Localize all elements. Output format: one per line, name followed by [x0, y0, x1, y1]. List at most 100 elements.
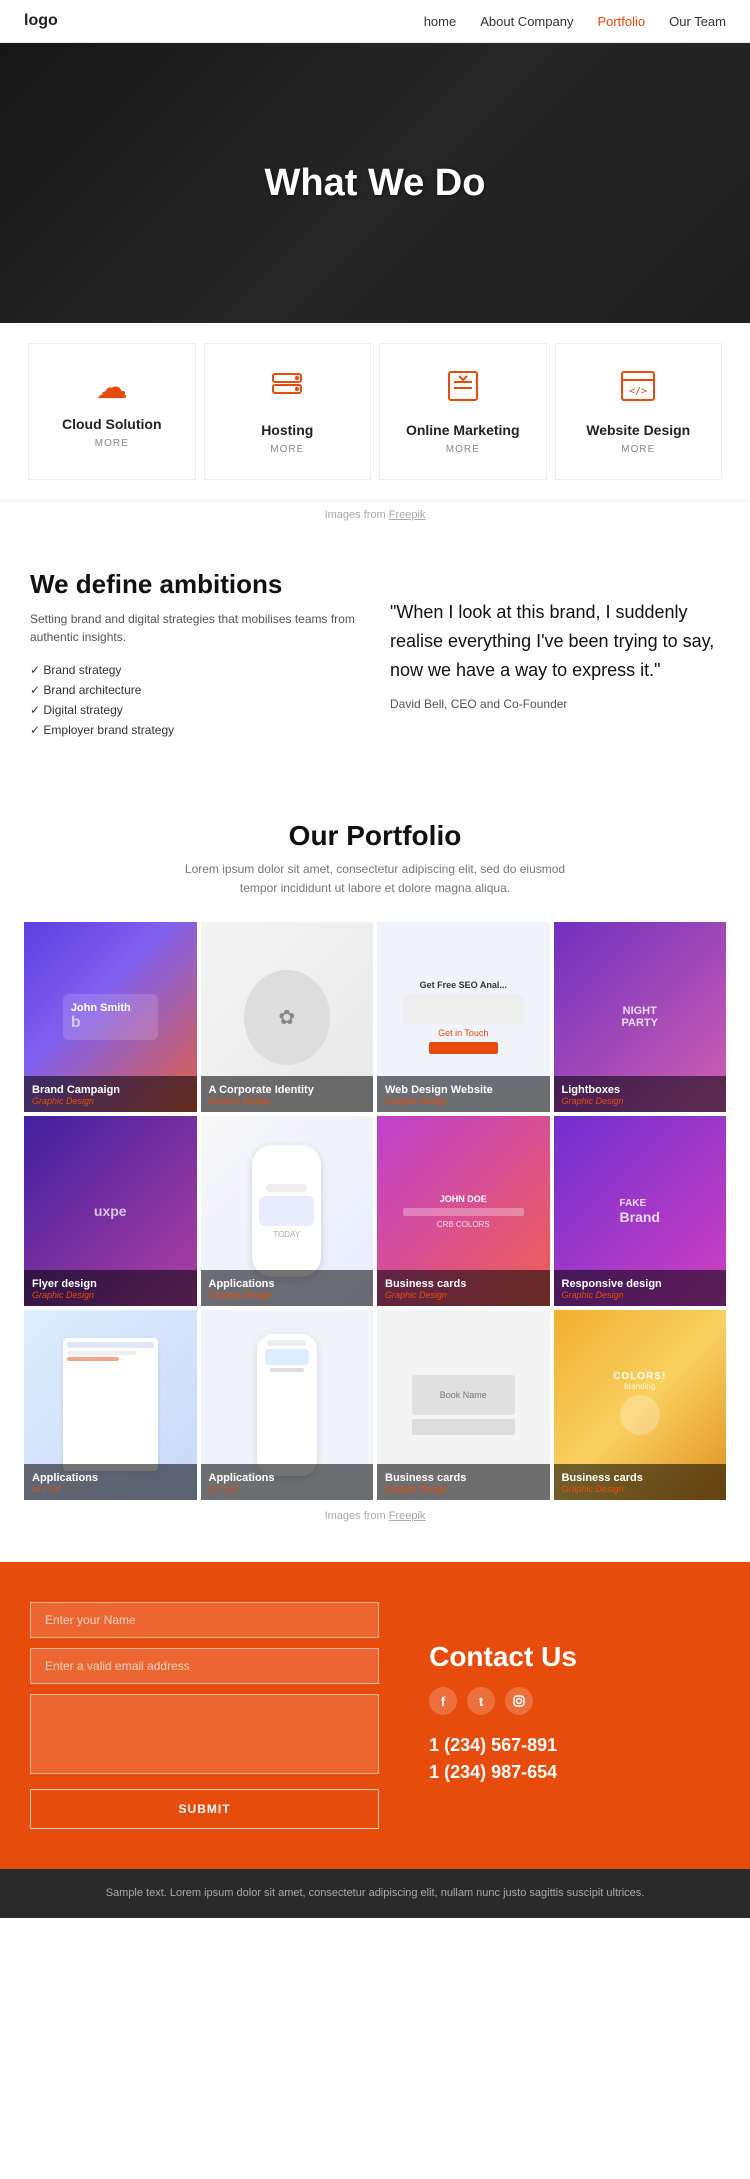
twitter-icon[interactable]: t	[467, 1687, 495, 1715]
svg-text:</>: </>	[629, 386, 647, 397]
quote-author: David Bell, CEO and Co-Founder	[390, 697, 720, 711]
portfolio-item-4-cat: Graphic Design	[562, 1096, 719, 1106]
portfolio-item-10[interactable]: Applications UI / UX	[201, 1310, 374, 1500]
nav-home[interactable]: home	[424, 14, 457, 29]
portfolio-item-12-overlay: Business cards Graphic Design	[554, 1464, 727, 1500]
service-card-marketing: Online Marketing MORE	[379, 343, 547, 480]
portfolio-title: Our Portfolio	[24, 820, 726, 852]
portfolio-item-4[interactable]: NIGHTPARTY Lightboxes Graphic Design	[554, 922, 727, 1112]
portfolio-item-8[interactable]: FAKEBrand Responsive design Graphic Desi…	[554, 1116, 727, 1306]
service-web-title: Website Design	[572, 422, 706, 438]
service-web-more[interactable]: MORE	[572, 444, 706, 455]
services-section: ☁ Cloud Solution MORE Hosting MORE	[0, 323, 750, 501]
service-hosting-more[interactable]: MORE	[221, 444, 355, 455]
nav-team[interactable]: Our Team	[669, 14, 726, 29]
nav-portfolio[interactable]: Portfolio	[597, 14, 645, 29]
freepik-link-2[interactable]: Freepik	[389, 1510, 426, 1522]
portfolio-item-11-title: Business cards	[385, 1472, 542, 1484]
portfolio-item-6-overlay: Applications Graphic Design	[201, 1270, 374, 1306]
nav-about[interactable]: About Company	[480, 14, 573, 29]
portfolio-item-4-overlay: Lightboxes Graphic Design	[554, 1076, 727, 1112]
hero-section: What We Do	[0, 43, 750, 323]
portfolio-item-1-cat: Graphic Design	[32, 1096, 189, 1106]
portfolio-item-9[interactable]: Applications UI / UX	[24, 1310, 197, 1500]
portfolio-item-6-cat: Graphic Design	[209, 1290, 366, 1300]
portfolio-item-4-title: Lightboxes	[562, 1084, 719, 1096]
portfolio-item-12-title: Business cards	[562, 1472, 719, 1484]
cloud-icon: ☁	[45, 368, 179, 406]
phone-1: 1 (234) 567-891	[429, 1735, 557, 1756]
portfolio-item-1[interactable]: John Smith b Brand Campaign Graphic Desi…	[24, 922, 197, 1112]
facebook-icon[interactable]: f	[429, 1687, 457, 1715]
portfolio-item-1-title: Brand Campaign	[32, 1084, 189, 1096]
instagram-icon[interactable]	[505, 1687, 533, 1715]
contact-info: Contact Us f t 1 (234) 567-891 1 (234) 9…	[409, 1602, 720, 1829]
portfolio-item-2-cat: Graphic Design	[209, 1096, 366, 1106]
contact-form: SUBMIT	[30, 1602, 379, 1829]
portfolio-item-3-overlay: Web Design Website Graphic Design	[377, 1076, 550, 1112]
portfolio-item-2-title: A Corporate Identity	[209, 1084, 366, 1096]
portfolio-item-7[interactable]: JOHN DOE CRB COLORS Business cards Graph…	[377, 1116, 550, 1306]
freepik-link-1[interactable]: Freepik	[389, 509, 426, 521]
portfolio-item-9-overlay: Applications UI / UX	[24, 1464, 197, 1500]
portfolio-item-11[interactable]: Book Name Business cards Graphic Design	[377, 1310, 550, 1500]
portfolio-item-12[interactable]: COLORS! branding Business cards Graphic …	[554, 1310, 727, 1500]
portfolio-item-5[interactable]: uxpe Flyer design Graphic Design	[24, 1116, 197, 1306]
phone-2: 1 (234) 987-654	[429, 1762, 557, 1783]
hero-content: What We Do	[265, 162, 486, 205]
portfolio-item-12-cat: Graphic Design	[562, 1484, 719, 1494]
service-marketing-title: Online Marketing	[396, 422, 530, 438]
portfolio-item-6-title: Applications	[209, 1278, 366, 1290]
portfolio-credit: Images from Freepik	[24, 1510, 726, 1522]
portfolio-item-2-overlay: A Corporate Identity Graphic Design	[201, 1076, 374, 1112]
hero-title: What We Do	[265, 162, 486, 205]
portfolio-subtitle: Lorem ipsum dolor sit amet, consectetur …	[175, 860, 575, 898]
service-card-web: </> Website Design MORE	[555, 343, 723, 480]
ambitions-left: We define ambitions Setting brand and di…	[30, 569, 360, 740]
services-credit: Images from Freepik	[0, 501, 750, 525]
service-hosting-title: Hosting	[221, 422, 355, 438]
portfolio-header: Our Portfolio Lorem ipsum dolor sit amet…	[24, 820, 726, 898]
ambitions-item-4: Employer brand strategy	[30, 720, 360, 740]
portfolio-grid: John Smith b Brand Campaign Graphic Desi…	[24, 922, 726, 1499]
navigation: logo home About Company Portfolio Our Te…	[0, 0, 750, 43]
submit-button[interactable]: SUBMIT	[30, 1789, 379, 1829]
ambitions-item-2: Brand architecture	[30, 680, 360, 700]
portfolio-item-5-overlay: Flyer design Graphic Design	[24, 1270, 197, 1306]
portfolio-item-1-overlay: Brand Campaign Graphic Design	[24, 1076, 197, 1112]
footer-text: Sample text. Lorem ipsum dolor sit amet,…	[24, 1885, 726, 1903]
name-input[interactable]	[30, 1602, 379, 1638]
portfolio-item-11-overlay: Business cards Graphic Design	[377, 1464, 550, 1500]
ambitions-list: Brand strategy Brand architecture Digita…	[30, 660, 360, 740]
service-cloud-more[interactable]: MORE	[45, 438, 179, 449]
logo: logo	[24, 12, 58, 30]
service-cloud-title: Cloud Solution	[45, 416, 179, 432]
portfolio-item-11-cat: Graphic Design	[385, 1484, 542, 1494]
marketing-icon	[396, 368, 530, 412]
web-icon: </>	[572, 368, 706, 412]
ambitions-section: We define ambitions Setting brand and di…	[0, 529, 750, 780]
portfolio-item-6[interactable]: TODAY Applications Graphic Design	[201, 1116, 374, 1306]
ambitions-item-3: Digital strategy	[30, 700, 360, 720]
nav-links: home About Company Portfolio Our Team	[424, 14, 726, 29]
portfolio-item-7-overlay: Business cards Graphic Design	[377, 1270, 550, 1306]
ambitions-subtitle: Setting brand and digital strategies tha…	[30, 610, 360, 646]
ambitions-title: We define ambitions	[30, 569, 360, 600]
portfolio-item-7-cat: Graphic Design	[385, 1290, 542, 1300]
portfolio-item-3[interactable]: Get Free SEO Anal... Get in Touch Web De…	[377, 922, 550, 1112]
social-icons: f t	[429, 1687, 533, 1715]
message-input[interactable]	[30, 1694, 379, 1774]
portfolio-item-8-cat: Graphic Design	[562, 1290, 719, 1300]
email-input[interactable]	[30, 1648, 379, 1684]
portfolio-item-3-title: Web Design Website	[385, 1084, 542, 1096]
quote-text: "When I look at this brand, I suddenly r…	[390, 598, 720, 684]
service-marketing-more[interactable]: MORE	[396, 444, 530, 455]
portfolio-item-2[interactable]: ✿ A Corporate Identity Graphic Design	[201, 922, 374, 1112]
ambitions-item-1: Brand strategy	[30, 660, 360, 680]
footer: Sample text. Lorem ipsum dolor sit amet,…	[0, 1869, 750, 1919]
portfolio-item-10-overlay: Applications UI / UX	[201, 1464, 374, 1500]
ambitions-right: "When I look at this brand, I suddenly r…	[390, 569, 720, 740]
portfolio-item-9-title: Applications	[32, 1472, 189, 1484]
contact-title: Contact Us	[429, 1641, 577, 1673]
service-card-hosting: Hosting MORE	[204, 343, 372, 480]
